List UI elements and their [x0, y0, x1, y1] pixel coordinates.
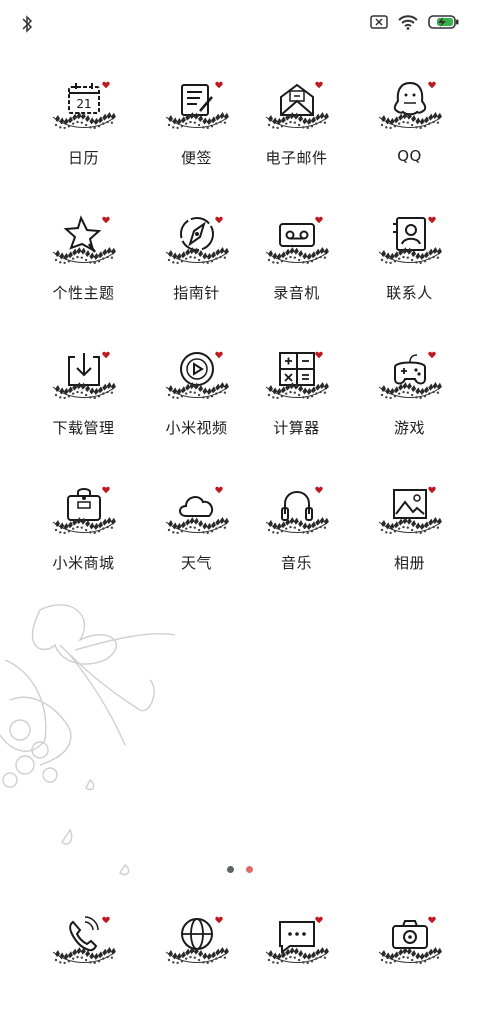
heart-icon	[214, 916, 223, 924]
app-label: 便签	[180, 149, 212, 167]
heart-icon	[214, 351, 223, 359]
heart-icon	[314, 486, 323, 494]
app-label: 游戏	[393, 419, 425, 437]
wreath-decoration	[265, 382, 329, 400]
app-calendar[interactable]: 21 日历	[27, 75, 140, 185]
app-compass[interactable]: 指南针	[140, 210, 253, 320]
heart-icon	[427, 486, 436, 494]
page-dot-2[interactable]	[246, 866, 253, 873]
heart-icon	[314, 81, 323, 89]
app-gallery[interactable]: 相册	[353, 480, 466, 590]
wreath-decoration	[52, 947, 116, 965]
heart-icon	[427, 916, 436, 924]
app-themes[interactable]: 个性主题	[27, 210, 140, 320]
app-downloads[interactable]: 下载管理	[27, 345, 140, 455]
dock-camera[interactable]	[353, 910, 466, 1020]
wreath-decoration	[378, 517, 442, 535]
wreath-decoration	[265, 247, 329, 265]
app-calculator[interactable]: 计算器	[240, 345, 353, 455]
app-contacts[interactable]: 联系人	[353, 210, 466, 320]
app-label: QQ	[397, 147, 422, 165]
wifi-icon	[398, 14, 418, 30]
battery-charging-icon	[428, 14, 460, 30]
wreath-decoration	[52, 247, 116, 265]
wreath-decoration	[52, 382, 116, 400]
app-recorder[interactable]: 录音机	[240, 210, 353, 320]
dock-browser[interactable]	[140, 910, 253, 1020]
app-game[interactable]: 游戏	[353, 345, 466, 455]
heart-icon	[314, 351, 323, 359]
app-label: 下载管理	[52, 419, 115, 437]
app-label: 录音机	[273, 284, 320, 302]
heart-icon	[314, 916, 323, 924]
dock-phone[interactable]	[27, 910, 140, 1020]
heart-icon	[427, 81, 436, 89]
wreath-decoration	[265, 947, 329, 965]
app-label: 日历	[67, 149, 99, 167]
heart-icon	[214, 216, 223, 224]
app-label: 计算器	[273, 419, 320, 437]
heart-icon	[427, 351, 436, 359]
wreath-decoration	[165, 517, 229, 535]
heart-icon	[101, 916, 110, 924]
wreath-decoration	[52, 517, 116, 535]
heart-icon	[101, 351, 110, 359]
app-store[interactable]: 小米商城	[27, 480, 140, 590]
app-video[interactable]: 小米视频	[140, 345, 253, 455]
app-label: 指南针	[173, 284, 220, 302]
app-mail[interactable]: 电子邮件	[240, 75, 353, 185]
app-label: 天气	[180, 554, 212, 572]
app-label: 小米商城	[52, 554, 115, 572]
wreath-decoration	[165, 382, 229, 400]
heart-icon	[214, 81, 223, 89]
heart-icon	[214, 486, 223, 494]
heart-icon	[427, 216, 436, 224]
app-label: 相册	[393, 554, 425, 572]
wreath-decoration	[378, 112, 442, 130]
heart-icon	[101, 81, 110, 89]
sim-none-icon	[370, 15, 388, 29]
wreath-decoration	[265, 112, 329, 130]
app-notes[interactable]: 便签	[140, 75, 253, 185]
wreath-decoration	[165, 112, 229, 130]
status-bar	[0, 0, 480, 50]
bluetooth-icon	[20, 14, 40, 36]
app-weather[interactable]: 天气	[140, 480, 253, 590]
wreath-decoration	[378, 947, 442, 965]
app-label: 电子邮件	[265, 149, 328, 167]
wreath-decoration	[378, 382, 442, 400]
wreath-decoration	[378, 247, 442, 265]
dock	[0, 910, 480, 990]
heart-icon	[314, 216, 323, 224]
wreath-decoration	[265, 517, 329, 535]
app-label: 小米视频	[165, 419, 228, 437]
page-dot-1[interactable]	[227, 866, 234, 873]
app-music[interactable]: 音乐	[240, 480, 353, 590]
wreath-decoration	[165, 247, 229, 265]
wreath-decoration	[52, 112, 116, 130]
heart-icon	[101, 216, 110, 224]
app-label: 联系人	[386, 284, 433, 302]
heart-icon	[101, 486, 110, 494]
app-label: 个性主题	[52, 284, 115, 302]
background-bouquet-art	[0, 604, 176, 876]
app-qq[interactable]: QQ	[353, 75, 466, 185]
page-indicator	[0, 866, 480, 873]
dock-messages[interactable]	[240, 910, 353, 1020]
app-label: 音乐	[280, 554, 312, 572]
wreath-decoration	[165, 947, 229, 965]
